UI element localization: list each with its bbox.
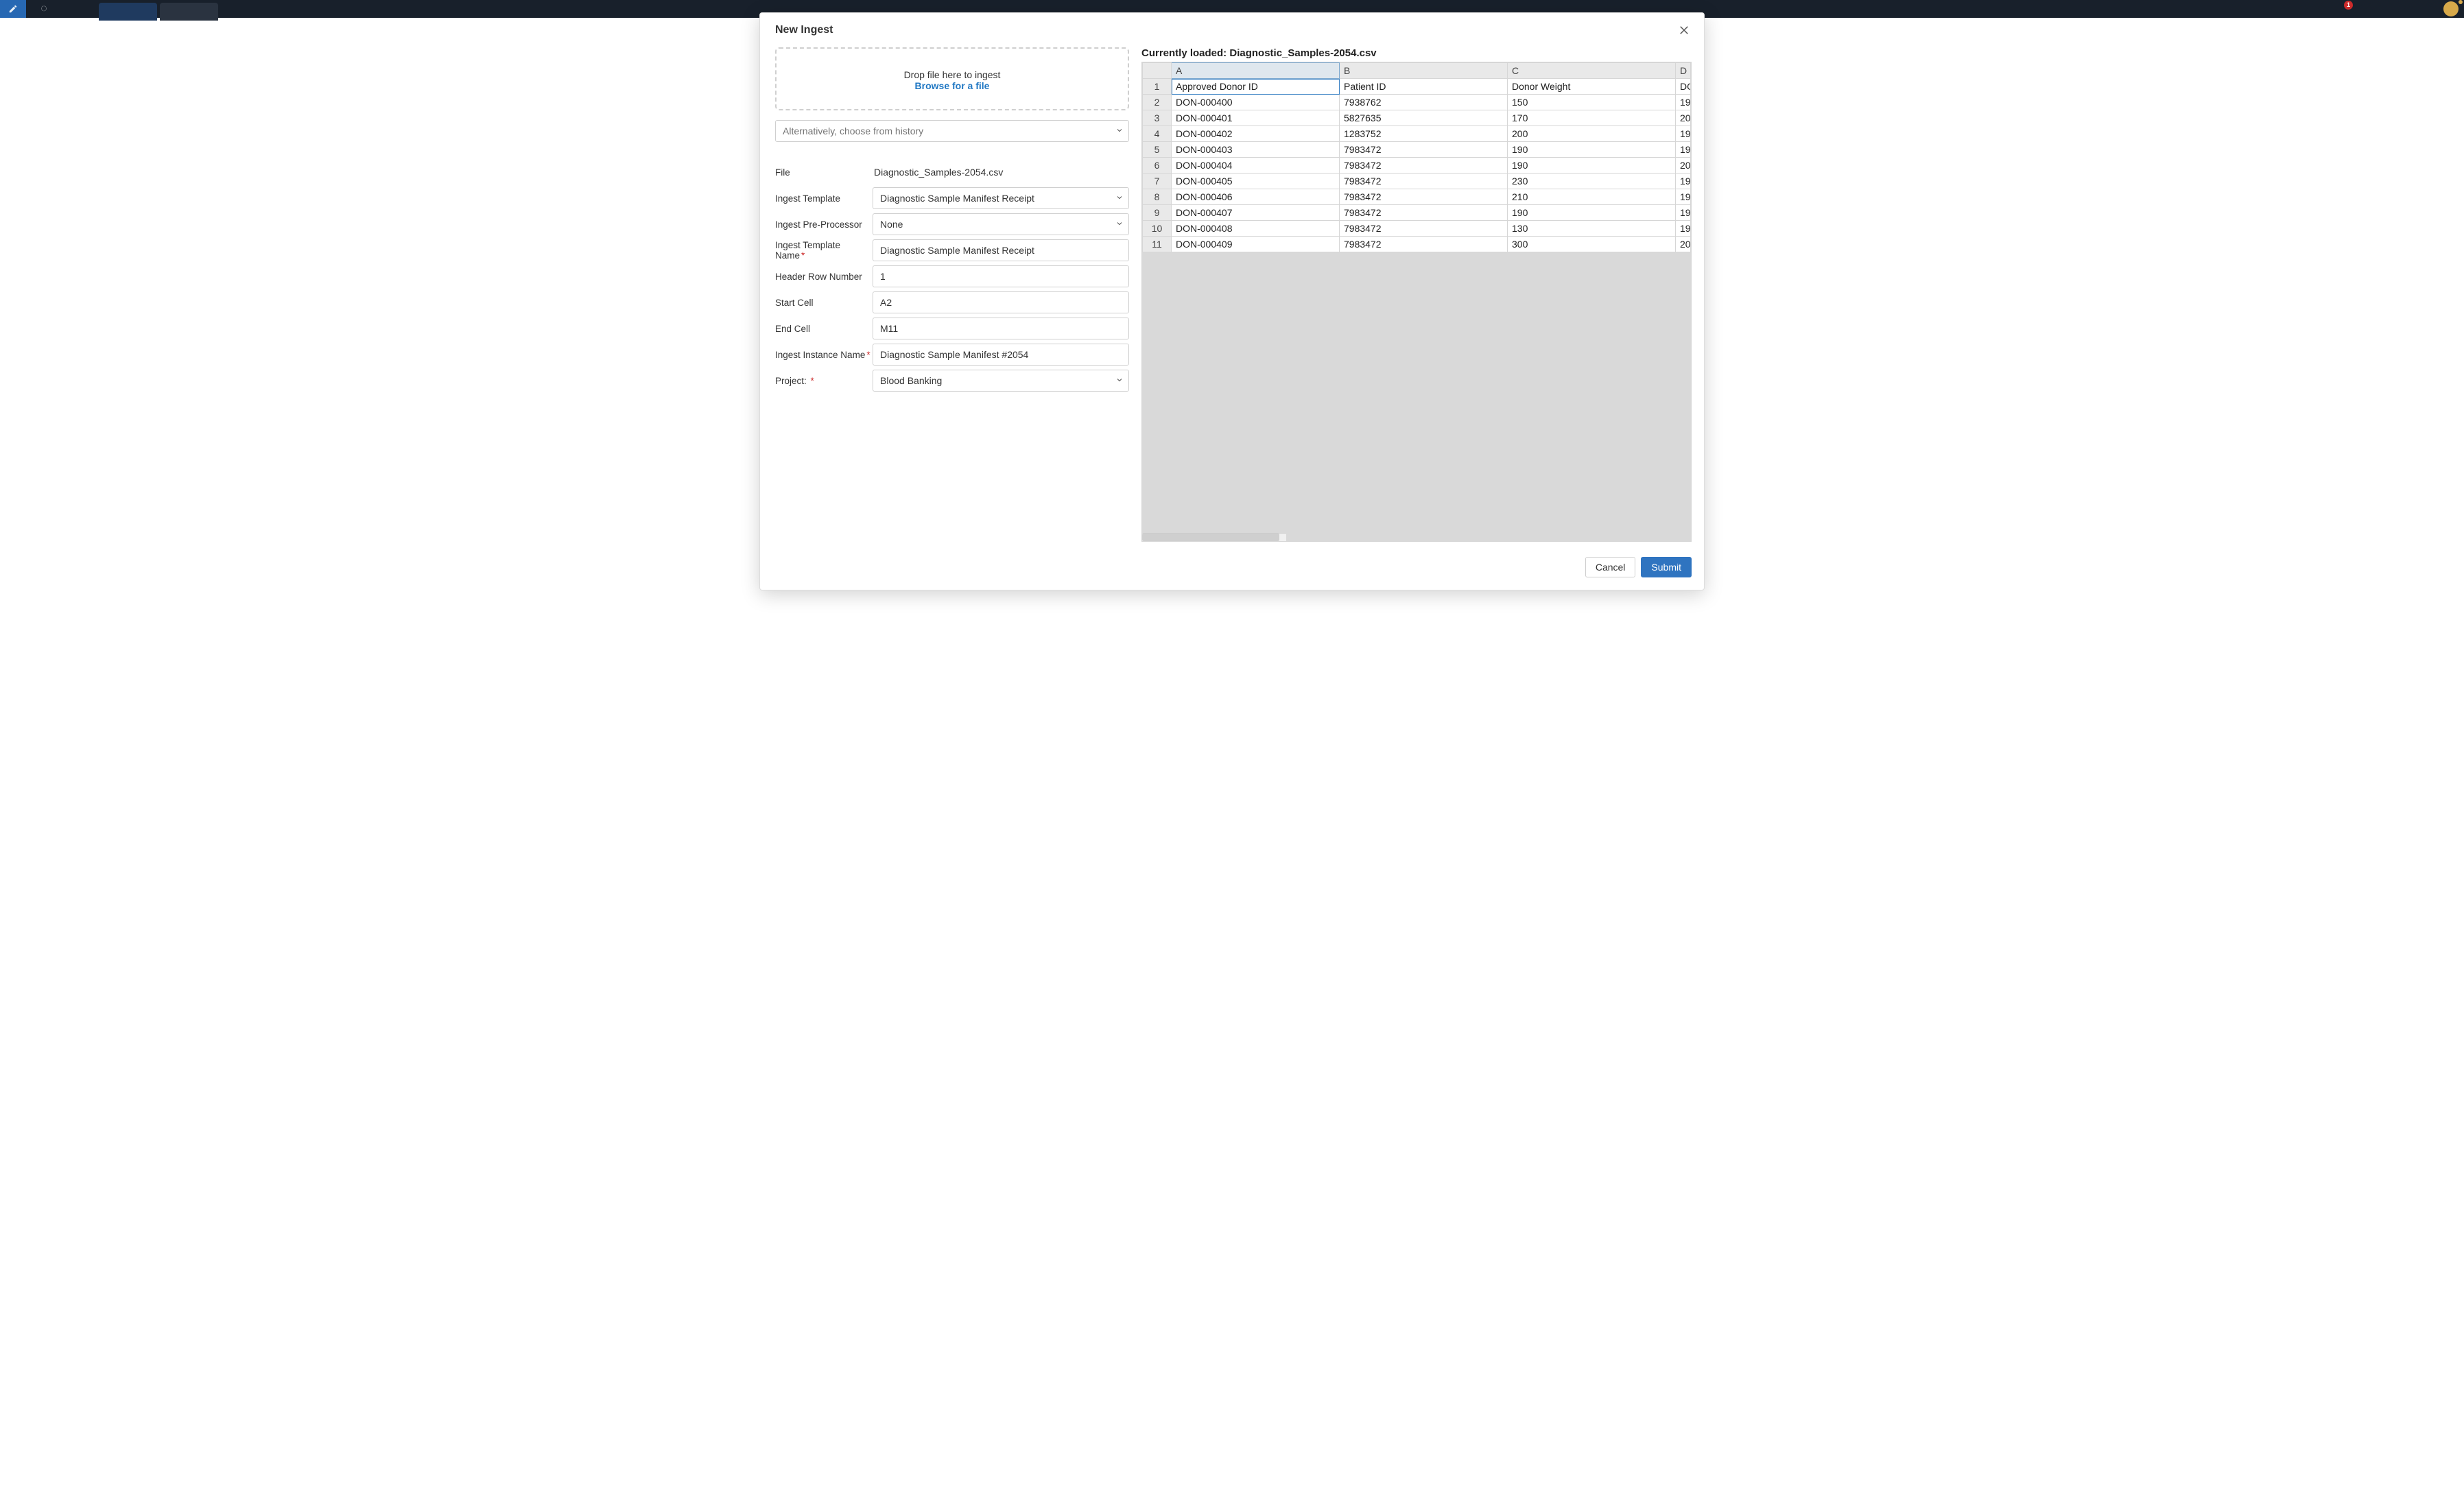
grid-row-header[interactable]: 6 [1143, 158, 1172, 174]
grid-cell[interactable]: 7938762 [1340, 95, 1508, 110]
grid-cell[interactable]: DON-000407 [1172, 205, 1340, 221]
grid-cell[interactable]: 1984 [1676, 95, 1691, 110]
grid-cell[interactable]: 150 [1508, 95, 1676, 110]
grid-cell[interactable]: DON-000409 [1172, 237, 1340, 252]
grid-cell[interactable]: DON-000406 [1172, 189, 1340, 205]
project-select[interactable] [873, 370, 1129, 392]
template-name-label: Ingest Template Name* [775, 240, 873, 261]
ingest-template-label: Ingest Template [775, 193, 873, 204]
grid-col-header[interactable]: A [1172, 63, 1340, 79]
grid-col-header[interactable]: C [1508, 63, 1676, 79]
grid-cell[interactable]: 300 [1508, 237, 1676, 252]
grid-cell[interactable]: 7983472 [1340, 237, 1508, 252]
grid-cell[interactable]: 230 [1508, 174, 1676, 189]
grid-cell[interactable]: 1988 [1676, 142, 1691, 158]
end-cell-input[interactable] [873, 318, 1129, 339]
end-cell-label: End Cell [775, 324, 873, 334]
history-select[interactable] [775, 120, 1129, 142]
file-label: File [775, 167, 873, 178]
new-ingest-modal: New Ingest Drop file here to ingest Brow… [759, 12, 1705, 590]
modal-backdrop: New Ingest Drop file here to ingest Brow… [0, 0, 2464, 1506]
grid-cell[interactable]: DON-000402 [1172, 126, 1340, 142]
grid-cell[interactable]: DOB [1676, 79, 1691, 95]
dropzone-text: Drop file here to ingest [783, 69, 1121, 80]
grid-cell[interactable]: 210 [1508, 189, 1676, 205]
grid-cell[interactable]: 1984 [1676, 126, 1691, 142]
grid-cell[interactable]: 1984 [1676, 189, 1691, 205]
grid-cell[interactable]: Patient ID [1340, 79, 1508, 95]
grid-cell[interactable]: 2000 [1676, 110, 1691, 126]
grid-cell[interactable]: 7983472 [1340, 221, 1508, 237]
grid-row-header[interactable]: 8 [1143, 189, 1172, 205]
file-dropzone[interactable]: Drop file here to ingest Browse for a fi… [775, 47, 1129, 110]
grid-row-header[interactable]: 3 [1143, 110, 1172, 126]
grid-cell[interactable]: 7983472 [1340, 205, 1508, 221]
grid-cell[interactable]: 200 [1508, 126, 1676, 142]
grid-row-header[interactable]: 5 [1143, 142, 1172, 158]
grid-cell[interactable]: 7983472 [1340, 174, 1508, 189]
grid-cell[interactable]: Donor Weight [1508, 79, 1676, 95]
grid-cell[interactable]: 190 [1508, 142, 1676, 158]
header-row-label: Header Row Number [775, 272, 873, 282]
grid-row-header[interactable]: 11 [1143, 237, 1172, 252]
grid-cell[interactable]: DON-000404 [1172, 158, 1340, 174]
template-name-input[interactable] [873, 239, 1129, 261]
grid-cell[interactable]: DON-000401 [1172, 110, 1340, 126]
grid-row-header[interactable]: 9 [1143, 205, 1172, 221]
browse-file-link[interactable]: Browse for a file [783, 80, 1121, 91]
ingest-template-select[interactable] [873, 187, 1129, 209]
project-label: Project: * [775, 376, 873, 386]
grid-col-header[interactable]: D [1676, 63, 1691, 79]
grid-cell[interactable]: 130 [1508, 221, 1676, 237]
modal-footer: Cancel Submit [760, 542, 1704, 590]
spreadsheet-preview[interactable]: ABCD 1Approved Donor IDPatient IDDonor W… [1141, 62, 1692, 542]
grid-cell[interactable]: 190 [1508, 158, 1676, 174]
grid-cell[interactable]: DON-000403 [1172, 142, 1340, 158]
file-value: Diagnostic_Samples-2054.csv [873, 167, 1129, 178]
grid-cell[interactable]: 7983472 [1340, 158, 1508, 174]
start-cell-label: Start Cell [775, 298, 873, 308]
grid-row-header[interactable]: 2 [1143, 95, 1172, 110]
instance-name-input[interactable] [873, 344, 1129, 366]
grid-cell[interactable]: 1984 [1676, 174, 1691, 189]
grid-cell[interactable]: 190 [1508, 205, 1676, 221]
start-cell-input[interactable] [873, 291, 1129, 313]
grid-row-header[interactable]: 7 [1143, 174, 1172, 189]
grid-cell[interactable]: 7983472 [1340, 142, 1508, 158]
grid-cell[interactable]: DON-000408 [1172, 221, 1340, 237]
grid-cell[interactable]: 5827635 [1340, 110, 1508, 126]
grid-cell[interactable]: DON-000400 [1172, 95, 1340, 110]
grid-row-header[interactable]: 4 [1143, 126, 1172, 142]
grid-cell[interactable]: 2004 [1676, 237, 1691, 252]
grid-col-header[interactable]: B [1340, 63, 1508, 79]
pre-processor-select[interactable] [873, 213, 1129, 235]
cancel-button[interactable]: Cancel [1585, 557, 1636, 577]
grid-row-header[interactable]: 1 [1143, 79, 1172, 95]
instance-name-label: Ingest Instance Name* [775, 350, 873, 360]
grid-cell[interactable]: 1992 [1676, 205, 1691, 221]
modal-close-button[interactable] [1677, 23, 1692, 38]
grid-cell[interactable]: 1283752 [1340, 126, 1508, 142]
grid-cell[interactable]: 1984 [1676, 221, 1691, 237]
grid-cell[interactable]: 2001 [1676, 158, 1691, 174]
grid-corner[interactable] [1143, 63, 1172, 79]
modal-title: New Ingest [775, 24, 833, 36]
pre-processor-label: Ingest Pre-Processor [775, 219, 873, 230]
close-icon [1678, 24, 1690, 36]
header-row-input[interactable] [873, 265, 1129, 287]
grid-cell[interactable]: 170 [1508, 110, 1676, 126]
grid-cell[interactable]: Approved Donor ID [1172, 79, 1340, 95]
grid-cell[interactable]: DON-000405 [1172, 174, 1340, 189]
grid-cell[interactable]: 7983472 [1340, 189, 1508, 205]
modal-header: New Ingest [760, 13, 1704, 47]
grid-row-header[interactable]: 10 [1143, 221, 1172, 237]
submit-button[interactable]: Submit [1641, 557, 1692, 577]
horizontal-scrollbar[interactable] [1142, 533, 1286, 541]
currently-loaded-label: Currently loaded: Diagnostic_Samples-205… [1141, 47, 1692, 62]
